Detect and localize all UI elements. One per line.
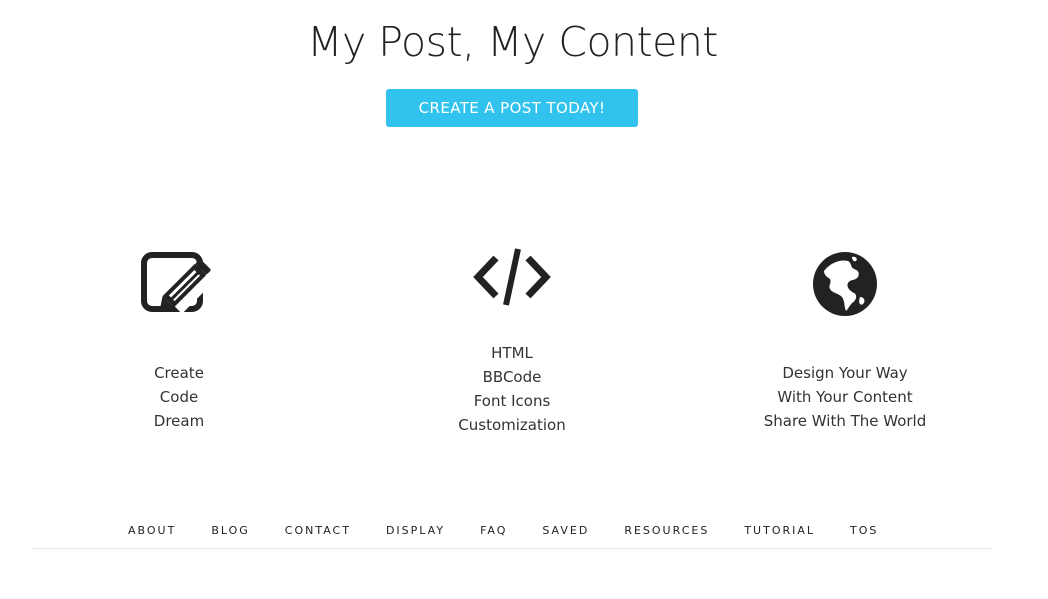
- footer-link-faq[interactable]: FAQ: [480, 524, 507, 537]
- feature-line: Font Icons: [473, 392, 551, 410]
- footer-divider: [32, 548, 992, 549]
- feature-world-text: Design Your Way With Your Content Share …: [715, 361, 975, 433]
- footer-link-contact[interactable]: CONTACT: [285, 524, 351, 537]
- footer-link-resources[interactable]: RESOURCES: [624, 524, 709, 537]
- footer-link-blog[interactable]: BLOG: [211, 524, 249, 537]
- feature-world: Design Your Way With Your Content Share …: [715, 251, 975, 430]
- feature-line: HTML: [491, 344, 533, 362]
- feature-line: Design Your Way: [782, 364, 908, 382]
- footer-nav: ABOUT BLOG CONTACT DISPLAY FAQ SAVED RES…: [128, 524, 878, 537]
- feature-line: Customization: [458, 416, 566, 434]
- feature-code: HTML BBCode Font Icons Customization: [382, 246, 642, 434]
- page: My Post, My Content CREATE A POST TODAY!…: [0, 0, 1048, 599]
- footer-link-display[interactable]: DISPLAY: [386, 524, 445, 537]
- create-post-button[interactable]: CREATE A POST TODAY!: [386, 89, 638, 127]
- feature-line: Code: [159, 388, 199, 406]
- footer-link-saved[interactable]: SAVED: [542, 524, 589, 537]
- feature-line: Create: [154, 364, 204, 382]
- footer-link-about[interactable]: ABOUT: [128, 524, 176, 537]
- code-icon: [473, 248, 551, 306]
- footer-link-tos[interactable]: TOS: [850, 524, 878, 537]
- edit-icon: [141, 252, 218, 314]
- feature-create: Create Code Dream: [49, 250, 309, 430]
- page-title: My Post, My Content: [307, 18, 718, 66]
- feature-line: With Your Content: [777, 388, 913, 406]
- feature-line: Share With The World: [763, 412, 927, 430]
- feature-code-text: HTML BBCode Font Icons Customization: [382, 341, 642, 437]
- globe-icon: [813, 252, 877, 316]
- footer-link-tutorial[interactable]: TUTORIAL: [744, 524, 815, 537]
- feature-line: Dream: [153, 412, 205, 430]
- feature-create-text: Create Code Dream: [49, 361, 309, 433]
- feature-line: BBCode: [482, 368, 542, 386]
